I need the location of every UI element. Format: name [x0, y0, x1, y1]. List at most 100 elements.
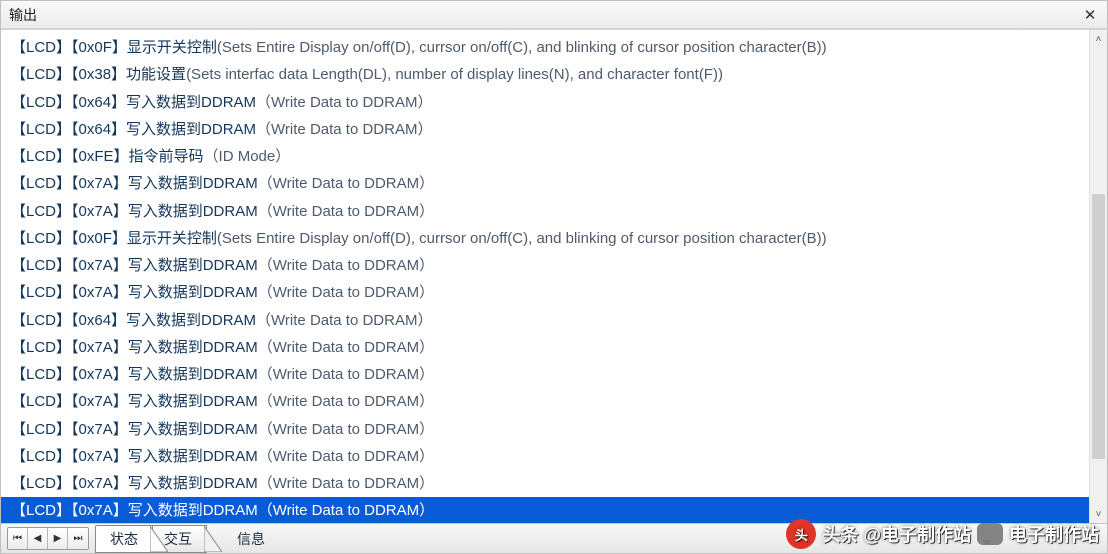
- log-lines-container: 【LCD】【0x0F】显示开关控制(Sets Entire Display on…: [1, 30, 1089, 523]
- log-device-tag: 【LCD】: [11, 393, 71, 410]
- log-code-tag: 【0x38】: [71, 66, 126, 83]
- log-device-tag: 【LCD】: [11, 475, 71, 492]
- log-line[interactable]: 【LCD】【0x64】写入数据到DDRAM（Write Data to DDRA…: [1, 89, 1089, 116]
- log-line[interactable]: 【LCD】【0x7A】写入数据到DDRAM（Write Data to DDRA…: [1, 470, 1089, 497]
- log-code-tag: 【0x64】: [71, 312, 126, 329]
- log-desc: 写入数据到DDRAM: [128, 502, 258, 519]
- log-desc: 显示开关控制: [127, 230, 217, 247]
- log-line[interactable]: 【LCD】【0x64】写入数据到DDRAM（Write Data to DDRA…: [1, 116, 1089, 143]
- log-code-tag: 【0x7A】: [71, 284, 128, 301]
- watermark-chat-icon: [977, 523, 1003, 545]
- log-line[interactable]: 【LCD】【0x7A】写入数据到DDRAM（Write Data to DDRA…: [1, 198, 1089, 225]
- log-translation: （Write Data to DDRAM）: [256, 121, 432, 138]
- chevron-right-icon: ▶: [54, 533, 62, 544]
- log-desc: 写入数据到DDRAM: [128, 421, 258, 438]
- log-code-tag: 【0x7A】: [71, 339, 128, 356]
- scroll-up-button[interactable]: ˄: [1090, 30, 1107, 48]
- log-device-tag: 【LCD】: [11, 175, 71, 192]
- log-code-tag: 【0x7A】: [71, 421, 128, 438]
- log-code-tag: 【0x7A】: [71, 257, 128, 274]
- log-desc: 功能设置: [126, 66, 186, 83]
- content-area: 【LCD】【0x0F】显示开关控制(Sets Entire Display on…: [1, 29, 1107, 523]
- log-translation: (Sets Entire Display on/off(D), currsor …: [217, 230, 827, 247]
- tab-status[interactable]: 状态: [95, 525, 153, 553]
- vertical-scrollbar[interactable]: ˄ ˅: [1089, 30, 1107, 523]
- log-desc: 写入数据到DDRAM: [128, 284, 258, 301]
- tab-label: 交互: [164, 531, 192, 547]
- log-device-tag: 【LCD】: [11, 257, 71, 274]
- log-line[interactable]: 【LCD】【0x0F】显示开关控制(Sets Entire Display on…: [1, 34, 1089, 61]
- log-line[interactable]: 【LCD】【0x7A】写入数据到DDRAM（Write Data to DDRA…: [1, 170, 1089, 197]
- log-code-tag: 【0x7A】: [71, 366, 128, 383]
- log-desc: 写入数据到DDRAM: [128, 448, 258, 465]
- log-translation: （Write Data to DDRAM）: [258, 393, 434, 410]
- log-line[interactable]: 【LCD】【0xFE】指令前导码（ID Mode）: [1, 143, 1089, 170]
- close-icon: ✕: [1084, 6, 1097, 24]
- log-code-tag: 【0x7A】: [71, 502, 128, 519]
- nav-last-button[interactable]: ⏭: [68, 528, 88, 550]
- chevron-left-icon: ◀: [34, 533, 42, 544]
- log-translation: （Write Data to DDRAM）: [258, 203, 434, 220]
- log-translation: （Write Data to DDRAM）: [256, 312, 432, 329]
- log-translation: （Write Data to DDRAM）: [258, 475, 434, 492]
- log-code-tag: 【0x0F】: [71, 230, 127, 247]
- log-line[interactable]: 【LCD】【0x64】写入数据到DDRAM（Write Data to DDRA…: [1, 307, 1089, 334]
- log-desc: 写入数据到DDRAM: [126, 94, 256, 111]
- nav-button-group: ⏮ ◀ ▶ ⏭: [7, 527, 89, 550]
- log-translation: （Write Data to DDRAM）: [258, 502, 434, 519]
- window-title: 输出: [9, 5, 37, 25]
- log-device-tag: 【LCD】: [11, 312, 71, 329]
- scroll-thumb[interactable]: [1092, 194, 1105, 459]
- log-line[interactable]: 【LCD】【0x7A】写入数据到DDRAM（Write Data to DDRA…: [1, 416, 1089, 443]
- scroll-track[interactable]: [1090, 48, 1107, 505]
- log-translation: （Write Data to DDRAM）: [258, 448, 434, 465]
- log-desc: 显示开关控制: [127, 39, 217, 56]
- watermark: 头 头条 @电子制作站 电子制作站: [786, 519, 1099, 549]
- log-code-tag: 【0x7A】: [71, 175, 128, 192]
- log-device-tag: 【LCD】: [11, 339, 71, 356]
- output-window: 输出 ✕ 【LCD】【0x0F】显示开关控制(Sets Entire Displ…: [0, 0, 1108, 554]
- log-code-tag: 【0x7A】: [71, 475, 128, 492]
- log-device-tag: 【LCD】: [11, 366, 71, 383]
- log-device-tag: 【LCD】: [11, 39, 71, 56]
- log-device-tag: 【LCD】: [11, 421, 71, 438]
- log-translation: （Write Data to DDRAM）: [258, 284, 434, 301]
- log-device-tag: 【LCD】: [11, 203, 71, 220]
- log-device-tag: 【LCD】: [11, 230, 71, 247]
- log-code-tag: 【0x7A】: [71, 393, 128, 410]
- nav-prev-button[interactable]: ◀: [28, 528, 48, 550]
- close-button[interactable]: ✕: [1079, 5, 1101, 25]
- chevron-up-icon: ˄: [1096, 34, 1102, 45]
- tab-info[interactable]: 信息: [225, 525, 277, 553]
- log-line[interactable]: 【LCD】【0x0F】显示开关控制(Sets Entire Display on…: [1, 225, 1089, 252]
- log-translation: （Write Data to DDRAM）: [258, 421, 434, 438]
- log-line[interactable]: 【LCD】【0x7A】写入数据到DDRAM（Write Data to DDRA…: [1, 279, 1089, 306]
- log-desc: 指令前导码: [129, 148, 204, 165]
- log-desc: 写入数据到DDRAM: [128, 175, 258, 192]
- nav-next-button[interactable]: ▶: [48, 528, 68, 550]
- log-desc: 写入数据到DDRAM: [126, 312, 256, 329]
- watermark-logo-icon: 头: [786, 519, 816, 549]
- watermark-right-text: 电子制作站: [1009, 521, 1099, 547]
- log-translation: （Write Data to DDRAM）: [258, 339, 434, 356]
- log-line[interactable]: 【LCD】【0x7A】写入数据到DDRAM（Write Data to DDRA…: [1, 497, 1089, 523]
- nav-first-button[interactable]: ⏮: [8, 528, 28, 550]
- log-code-tag: 【0x64】: [71, 121, 126, 138]
- scroll-down-button[interactable]: ˅: [1090, 505, 1107, 523]
- log-line[interactable]: 【LCD】【0x7A】写入数据到DDRAM（Write Data to DDRA…: [1, 334, 1089, 361]
- log-desc: 写入数据到DDRAM: [128, 475, 258, 492]
- log-line[interactable]: 【LCD】【0x7A】写入数据到DDRAM（Write Data to DDRA…: [1, 443, 1089, 470]
- log-pane[interactable]: 【LCD】【0x0F】显示开关控制(Sets Entire Display on…: [1, 30, 1089, 523]
- watermark-left-text: 头条 @电子制作站: [822, 521, 971, 547]
- log-line[interactable]: 【LCD】【0x7A】写入数据到DDRAM（Write Data to DDRA…: [1, 388, 1089, 415]
- log-device-tag: 【LCD】: [11, 121, 71, 138]
- log-code-tag: 【0x0F】: [71, 39, 127, 56]
- log-device-tag: 【LCD】: [11, 502, 71, 519]
- log-translation: (Sets Entire Display on/off(D), currsor …: [217, 39, 827, 56]
- log-line[interactable]: 【LCD】【0x7A】写入数据到DDRAM（Write Data to DDRA…: [1, 252, 1089, 279]
- log-device-tag: 【LCD】: [11, 66, 71, 83]
- log-device-tag: 【LCD】: [11, 448, 71, 465]
- log-line[interactable]: 【LCD】【0x7A】写入数据到DDRAM（Write Data to DDRA…: [1, 361, 1089, 388]
- tab-slant-icon: [150, 526, 168, 552]
- log-line[interactable]: 【LCD】【0x38】功能设置(Sets interfac data Lengt…: [1, 61, 1089, 88]
